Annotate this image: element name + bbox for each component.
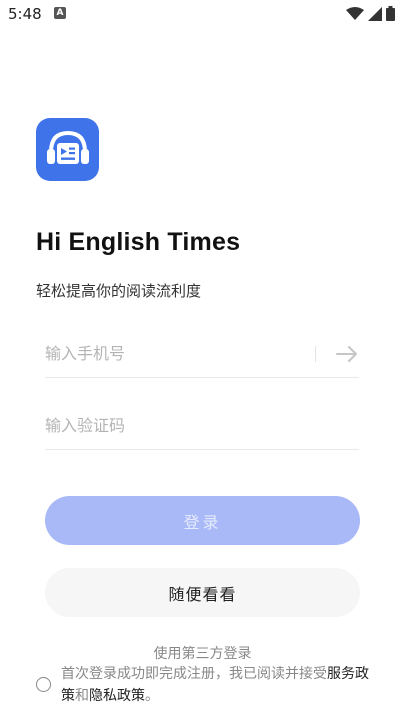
verification-code-input[interactable] <box>45 402 295 448</box>
agreement-text: 首次登录成功即完成注册，我已阅读并接受服务政策和隐私政策。 <box>61 663 371 707</box>
arrow-right-icon <box>336 346 357 362</box>
headphones-reader-icon <box>46 130 89 164</box>
privacy-link[interactable]: 隐私政策 <box>89 688 145 704</box>
app-logo <box>36 118 99 181</box>
agreement-and: 和 <box>75 688 89 704</box>
notification-badge-icon: A <box>54 7 66 19</box>
browse-as-guest-button[interactable]: 随便看看 <box>45 568 360 617</box>
agreement-radio[interactable] <box>36 677 51 692</box>
wifi-icon <box>346 6 364 20</box>
field-divider <box>315 346 316 362</box>
third-party-login-link[interactable]: 使用第三方登录 <box>0 643 405 663</box>
phone-field-row <box>45 330 359 378</box>
send-code-button[interactable] <box>335 342 359 366</box>
login-button[interactable]: 登录 <box>45 496 360 545</box>
app-subtitle: 轻松提高你的阅读流利度 <box>36 282 202 300</box>
battery-icon <box>386 6 395 21</box>
app-title: Hi English Times <box>36 228 241 256</box>
status-icons <box>346 6 395 21</box>
status-bar: 5:48 A <box>0 0 405 30</box>
phone-input[interactable] <box>45 330 295 376</box>
agreement-prefix: 首次登录成功即完成注册，我已阅读并接受 <box>61 666 327 682</box>
cellular-signal-icon <box>368 6 382 21</box>
status-time: 5:48 <box>8 5 42 23</box>
code-field-row <box>45 402 359 450</box>
agreement-period: 。 <box>145 688 159 704</box>
